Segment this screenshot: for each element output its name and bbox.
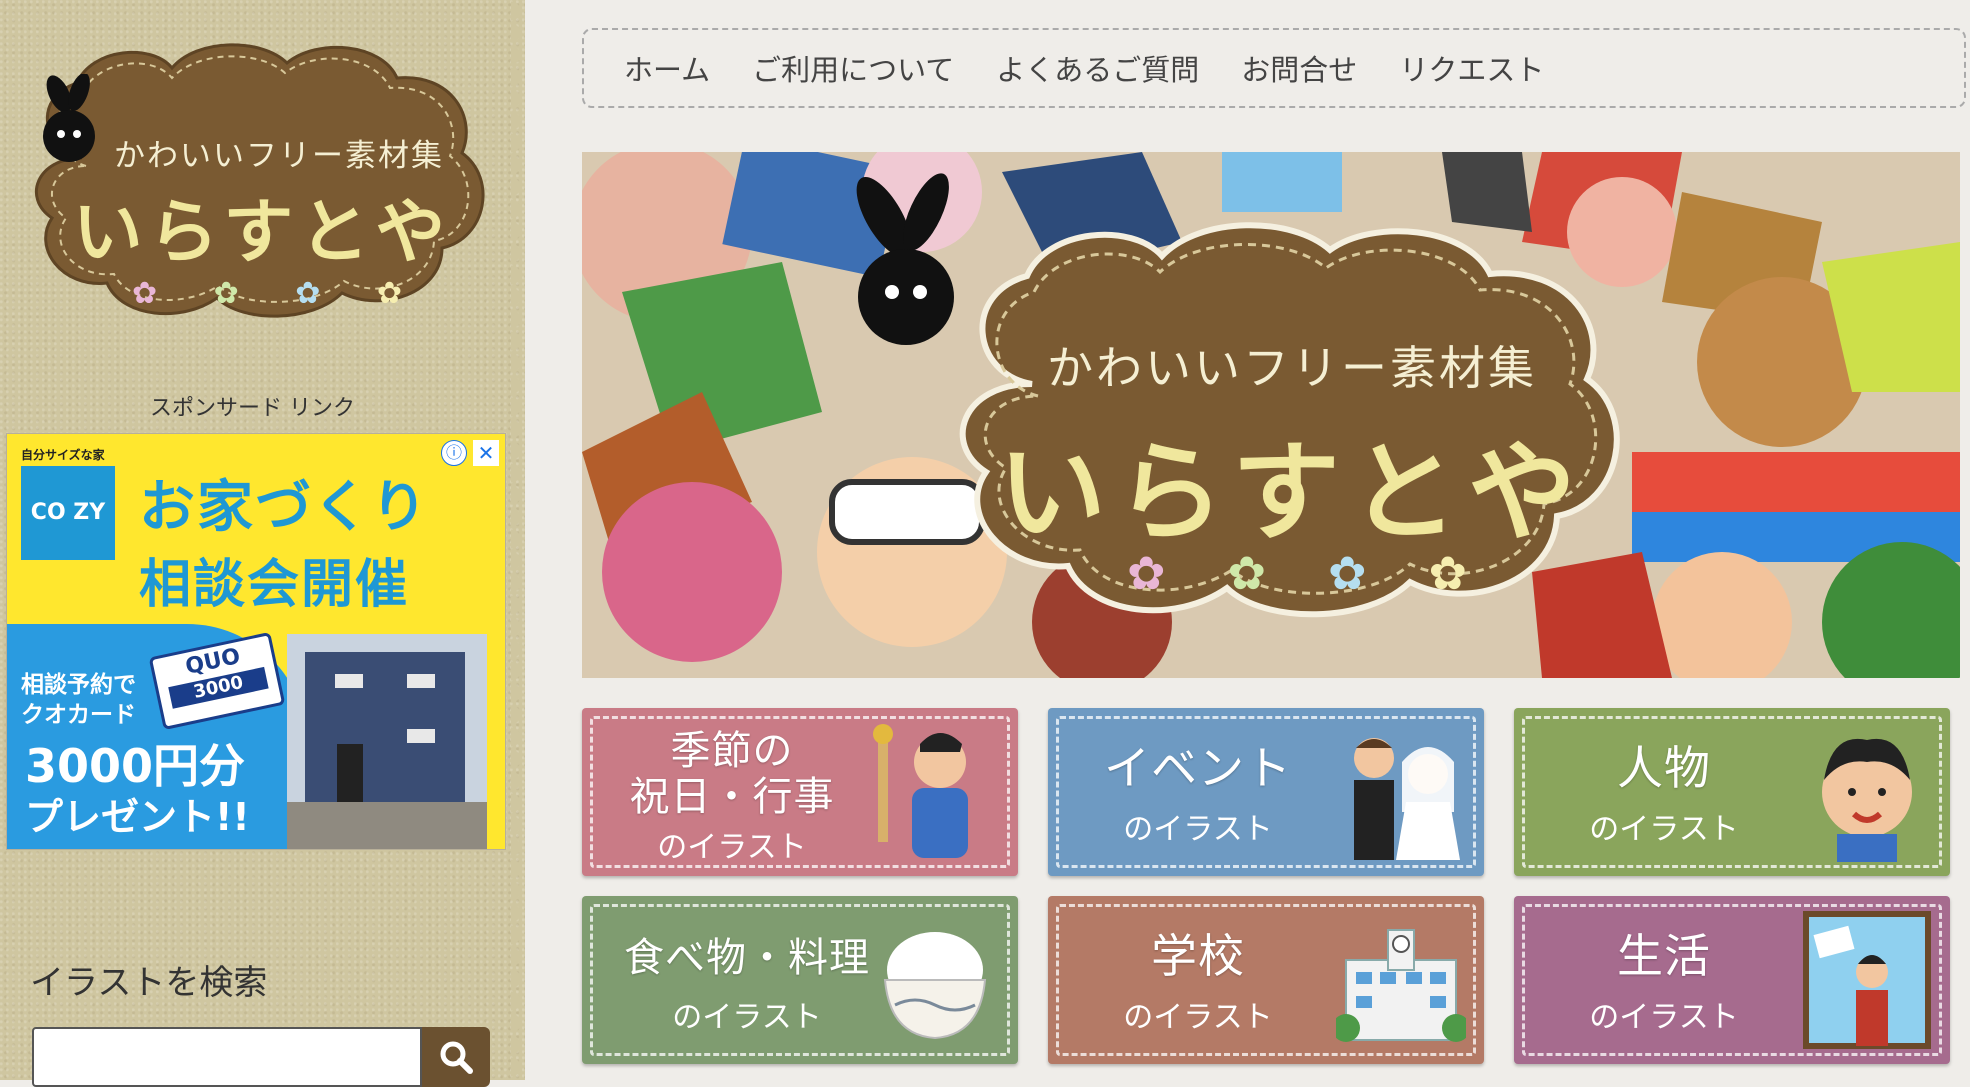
sponsored-link-label: スポンサード リンク xyxy=(150,396,355,421)
main-navigation: ホーム ご利用について よくあるご質問 お問合せ リクエスト xyxy=(582,28,1966,108)
house-window xyxy=(407,674,435,688)
house-window xyxy=(407,729,435,743)
sidebar: かわいいフリー素材集 いらすとや ✿ ✿ ✿ ✿ スポンサード リンク 自分サイ… xyxy=(0,0,539,1087)
search-input[interactable] xyxy=(32,1027,422,1087)
hero-title: いらすとや xyxy=(998,431,1586,556)
ad-offer-present: プレゼント!! xyxy=(25,795,250,839)
house-wall xyxy=(305,652,465,802)
person-face-icon xyxy=(1822,738,1912,862)
search-icon xyxy=(440,1041,473,1074)
category-subtitle: のイラスト xyxy=(672,1000,822,1035)
nav-contact[interactable]: お問合せ xyxy=(1241,47,1357,89)
advertisement-banner[interactable]: 自分サイズな家 CO ZY ⓘ ✕ お家づくり 相談会開催 相談予約で クオカー… xyxy=(6,433,506,850)
category-subtitle: のイラスト xyxy=(1589,812,1739,847)
flower-icon: ✿ xyxy=(132,276,158,311)
flower-icon: ✿ xyxy=(1227,546,1267,600)
category-subtitle: のイラスト xyxy=(1589,1000,1739,1035)
category-daily-life[interactable]: 生活 のイラスト xyxy=(1514,896,1950,1064)
logo-subtitle: かわいいフリー素材集 xyxy=(114,138,444,174)
ad-info-icon[interactable]: ⓘ xyxy=(441,440,467,466)
category-title: 季節の 祝日・行事 xyxy=(629,728,835,820)
site-logo[interactable]: かわいいフリー素材集 いらすとや ✿ ✿ ✿ ✿ xyxy=(22,38,492,323)
rice-bowl-icon xyxy=(883,932,987,1040)
search-heading: イラストを検索 xyxy=(30,963,268,1003)
category-subtitle: のイラスト xyxy=(657,830,807,865)
category-title: 食べ物・料理 xyxy=(624,935,870,981)
hero-subtitle: かわいいフリー素材集 xyxy=(1047,341,1537,395)
flower-icon: ✿ xyxy=(295,276,321,311)
category-subtitle: のイラスト xyxy=(1123,812,1273,847)
flower-icon: ✿ xyxy=(1428,546,1467,600)
ad-offer-text: 相談予約で クオカード xyxy=(21,670,136,730)
hero-logo: かわいいフリー素材集 いらすとや ✿ ✿ ✿ ✿ xyxy=(942,214,1642,634)
category-title: 学校 xyxy=(1151,929,1245,983)
category-seasonal-events[interactable]: 季節の 祝日・行事 のイラスト xyxy=(582,708,1018,876)
ad-close-icon[interactable]: ✕ xyxy=(473,440,499,466)
category-title: イベント xyxy=(1104,741,1292,795)
house-ground xyxy=(287,802,487,849)
ad-headline-2: 相談会開催 xyxy=(139,555,410,615)
flower-icon: ✿ xyxy=(376,276,402,311)
category-people[interactable]: 人物 のイラスト xyxy=(1514,708,1950,876)
rabbit-mascot-icon xyxy=(856,173,954,345)
category-events[interactable]: イベント のイラスト xyxy=(1048,708,1484,876)
category-school[interactable]: 学校 のイラスト xyxy=(1048,896,1484,1064)
rabbit-mascot-icon xyxy=(43,74,95,162)
ad-offer-line-1: 相談予約で xyxy=(21,672,136,698)
daily-life-picture-icon xyxy=(1803,911,1931,1049)
logo-flowers: ✿ ✿ ✿ ✿ xyxy=(132,276,402,311)
hero-banner[interactable]: かわいいフリー素材集 いらすとや ✿ ✿ ✿ ✿ xyxy=(582,152,1960,678)
house-window xyxy=(335,674,363,688)
house-door xyxy=(337,744,363,802)
flower-icon: ✿ xyxy=(1327,546,1367,600)
category-food-cooking[interactable]: 食べ物・料理 のイラスト xyxy=(582,896,1018,1064)
person-praying-icon xyxy=(873,724,968,858)
nav-faq[interactable]: よくあるご質問 xyxy=(996,47,1199,89)
wedding-couple-icon xyxy=(1354,738,1460,860)
flower-icon: ✿ xyxy=(213,276,239,311)
ad-offer-line-2: クオカード xyxy=(21,702,136,728)
category-title: 人物 xyxy=(1617,741,1711,795)
school-building-icon xyxy=(1336,929,1466,1042)
house-photo xyxy=(287,634,487,849)
logo-title: いらすとや xyxy=(72,191,452,273)
search-button[interactable] xyxy=(422,1027,490,1087)
nav-home[interactable]: ホーム xyxy=(624,47,710,89)
flower-icon: ✿ xyxy=(1127,546,1166,600)
category-subtitle: のイラスト xyxy=(1123,1000,1273,1035)
nav-about-usage[interactable]: ご利用について xyxy=(752,47,954,89)
ad-topline: 自分サイズな家 xyxy=(21,448,105,462)
ad-headline-1: お家づくり xyxy=(139,475,429,540)
hero-flowers: ✿ ✿ ✿ ✿ xyxy=(1127,546,1467,600)
ad-brand-logo: CO ZY xyxy=(21,466,115,560)
nav-request[interactable]: リクエスト xyxy=(1399,47,1544,89)
sidebar-scalloped-edge xyxy=(511,0,539,1080)
category-title: 生活 xyxy=(1617,929,1711,983)
